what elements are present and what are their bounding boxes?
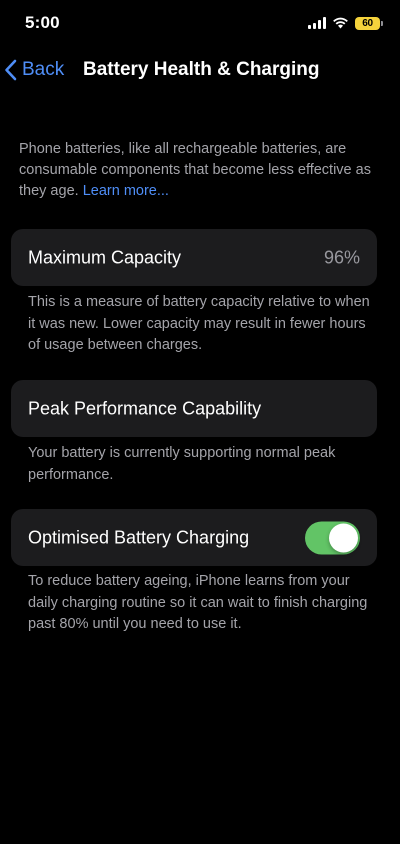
toggle-knob — [329, 523, 358, 552]
learn-more-link[interactable]: Learn more... — [83, 183, 169, 199]
optimised-charging-label: Optimised Battery Charging — [28, 527, 250, 547]
intro-description: Phone batteries, like all rechargeable b… — [19, 139, 381, 202]
battery-icon: 60 — [355, 16, 383, 30]
chevron-left-icon — [5, 59, 17, 81]
optimised-charging-toggle[interactable] — [305, 521, 360, 554]
maximum-capacity-footnote: This is a measure of battery capacity re… — [28, 294, 370, 353]
status-bar: 5:00 60 — [0, 0, 400, 46]
peak-performance-label: Peak Performance Capability — [28, 398, 262, 418]
page-title: Battery Health & Charging — [83, 59, 320, 80]
battery-health-screen: 5:00 60 Back Battery Health & Charging P… — [0, 0, 400, 844]
back-button[interactable]: Back — [4, 54, 64, 86]
intro-text: Phone batteries, like all rechargeable b… — [19, 141, 371, 199]
maximum-capacity-value: 96% — [323, 247, 360, 267]
status-icons: 60 — [308, 15, 383, 31]
navigation-bar: Back Battery Health & Charging — [0, 50, 400, 90]
optimised-charging-row: Optimised Battery Charging — [11, 509, 377, 566]
maximum-capacity-label: Maximum Capacity — [28, 247, 182, 267]
optimised-charging-footnote: To reduce battery ageing, iPhone learns … — [28, 573, 368, 632]
wifi-icon — [333, 17, 348, 29]
status-time: 5:00 — [25, 13, 60, 32]
back-label: Back — [22, 59, 65, 80]
cellular-signal-icon — [308, 17, 326, 29]
battery-percent: 60 — [362, 17, 373, 29]
maximum-capacity-row: Maximum Capacity 96% — [11, 229, 377, 286]
peak-performance-footnote: Your battery is currently supporting nor… — [28, 445, 336, 483]
peak-performance-row: Peak Performance Capability — [11, 380, 377, 437]
